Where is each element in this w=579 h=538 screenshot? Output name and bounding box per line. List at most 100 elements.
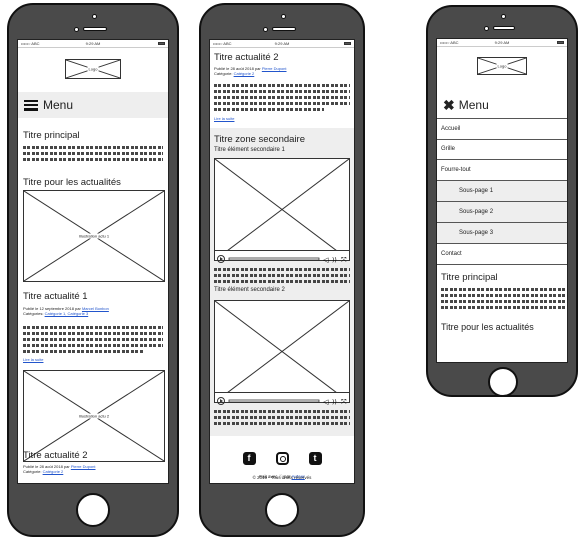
text-placeholder (214, 268, 350, 271)
nav-item-grille[interactable]: Grille (437, 139, 567, 160)
phone-frame-3: •••••○ ABC 9:29 AM Logo ✖ Menu Accueil G… (426, 5, 578, 397)
speaker-icon (272, 27, 296, 31)
logo-text: Logo (496, 63, 508, 69)
text-placeholder (441, 300, 567, 303)
nav-label: Contact (441, 251, 462, 257)
time-label: 9:29 AM (85, 41, 101, 46)
text-placeholder (214, 422, 350, 425)
menu-bar-open[interactable]: ✖ Menu (437, 92, 567, 117)
text-placeholder (23, 158, 163, 161)
phone-frame-1: •••••○ ABC 9:29 AM Logo Menu Titre princ… (7, 3, 179, 537)
text-placeholder (23, 326, 163, 329)
text-placeholder (214, 108, 324, 111)
svg-text:◁: ◁ (323, 256, 329, 264)
hamburger-icon[interactable] (24, 99, 38, 111)
text-placeholder (23, 344, 163, 347)
camera-icon (92, 14, 97, 19)
secondary-zone-title: Titre zone secondaire (214, 134, 306, 145)
camera-icon (501, 14, 506, 19)
news-2-meta: Publié le 28 août 2018 par Pierre Dupont… (23, 464, 96, 474)
instagram-icon[interactable] (275, 452, 289, 465)
news-2-title: Titre actualité 2 (23, 450, 88, 461)
logo[interactable]: Logo (65, 59, 121, 79)
nav-label: Grille (441, 146, 456, 152)
article-cat-label: Catégorie: (214, 71, 233, 76)
phone-frame-2: •••••○ ABC 9:29 AM Titre actualité 2 Pub… (199, 3, 365, 537)
illustration-label: Illustration actu 1 (78, 233, 110, 239)
text-placeholder (23, 332, 163, 335)
text-placeholder (214, 102, 350, 105)
nav-item-accueil[interactable]: Accueil (437, 118, 567, 140)
news-1-illustration: Illustration actu 1 (23, 190, 165, 282)
news-1-cat-label: Catégories: (23, 311, 44, 316)
news-title: Titre pour les actualités (441, 322, 534, 332)
illustration-label: Illustration actu 2 (78, 413, 110, 419)
menu-label: Menu (458, 97, 489, 112)
nav-item-sous-page-2[interactable]: Sous-page 2 (437, 202, 567, 223)
time-label: 9:29 AM (274, 41, 290, 46)
status-bar: •••••○ ABC 9:29 AM (210, 40, 354, 48)
facebook-icon[interactable]: f (242, 452, 256, 465)
front-camera-icon (484, 26, 489, 31)
nav-label: Fourre-tout (441, 167, 471, 173)
article-author-link[interactable]: Pierre Dupont (262, 66, 287, 71)
home-button[interactable] (265, 493, 299, 527)
text-placeholder (214, 410, 350, 413)
logo-text: Logo (87, 66, 99, 72)
svg-text:⤧: ⤧ (341, 256, 347, 264)
article-read-more-link[interactable]: Lire la suite (214, 116, 234, 121)
news-1-read-more-link[interactable]: Lire la suite (23, 357, 43, 362)
status-bar: •••••○ ABC 9:29 AM (18, 40, 168, 48)
news-1-categories-link[interactable]: Catégorie 1, Catégorie 3 (45, 311, 89, 316)
nav-item-fourre-tout[interactable]: Fourre-tout (437, 160, 567, 181)
secondary-zone: Titre zone secondaire Titre élément seco… (210, 128, 354, 436)
text-placeholder (214, 96, 350, 99)
svg-text:)): )) (332, 257, 337, 264)
logo[interactable]: Logo (477, 57, 527, 75)
screen-menu: •••••○ ABC 9:29 AM Logo ✖ Menu Accueil G… (436, 38, 568, 363)
nav-item-sous-page-1[interactable]: Sous-page 1 (437, 181, 567, 202)
screen-article: •••••○ ABC 9:29 AM Titre actualité 2 Pub… (209, 39, 355, 484)
svg-text:◁: ◁ (323, 398, 329, 406)
home-button[interactable] (488, 367, 518, 397)
front-camera-icon (74, 27, 79, 32)
speaker-icon (493, 26, 515, 30)
battery-icon (158, 42, 165, 45)
video-controls[interactable]: ◁)) ⤧ (215, 392, 349, 406)
news-2-categories-link[interactable]: Catégorie 2 (43, 469, 64, 474)
article-categories-link[interactable]: Catégorie 2 (234, 71, 255, 76)
article-title: Titre actualité 2 (214, 52, 279, 63)
news-1-title: Titre actualité 1 (23, 291, 88, 302)
text-placeholder (214, 90, 350, 93)
social-icons: f t (210, 452, 354, 465)
nav-item-sous-page-3[interactable]: Sous-page 3 (437, 223, 567, 244)
home-button[interactable] (76, 493, 110, 527)
status-bar: •••••○ ABC 9:29 AM (437, 39, 567, 47)
menu-bar[interactable]: Menu (18, 92, 168, 118)
news-title: Titre pour les actualités (23, 177, 121, 188)
screen-home: •••••○ ABC 9:29 AM Logo Menu Titre princ… (17, 39, 169, 484)
secondary-element-1-title: Titre élément secondaire 1 (214, 147, 285, 153)
battery-icon (557, 41, 564, 44)
article-meta: Publié le 28 août 2018 par Pierre Dupont… (214, 66, 287, 76)
main-title: Titre principal (441, 272, 498, 283)
svg-text:⤧: ⤧ (341, 398, 347, 406)
secondary-element-2-title: Titre élément secondaire 2 (214, 287, 285, 293)
video-controls[interactable]: ◁)) ⤧ (215, 250, 349, 264)
twitter-icon[interactable]: t (308, 452, 322, 465)
text-placeholder (441, 294, 567, 297)
news-1-meta: Publié le 12 septembre 2018 par Marcel B… (23, 306, 109, 316)
text-placeholder (214, 274, 350, 277)
nav-item-contact[interactable]: Contact (437, 244, 567, 265)
video-player-2[interactable]: ◁)) ⤧ (214, 300, 350, 406)
close-icon[interactable]: ✖ (443, 98, 455, 112)
menu-label: Menu (43, 98, 74, 112)
battery-icon (344, 42, 351, 45)
text-placeholder (441, 288, 567, 291)
video-player-1[interactable]: ◁)) ⤧ (214, 158, 350, 264)
news-2-author-link[interactable]: Pierre Dupont (71, 464, 96, 469)
time-label: 9:29 AM (494, 40, 510, 45)
text-placeholder (214, 416, 350, 419)
text-placeholder (214, 280, 350, 283)
nav-label: Sous-page 3 (459, 230, 494, 236)
